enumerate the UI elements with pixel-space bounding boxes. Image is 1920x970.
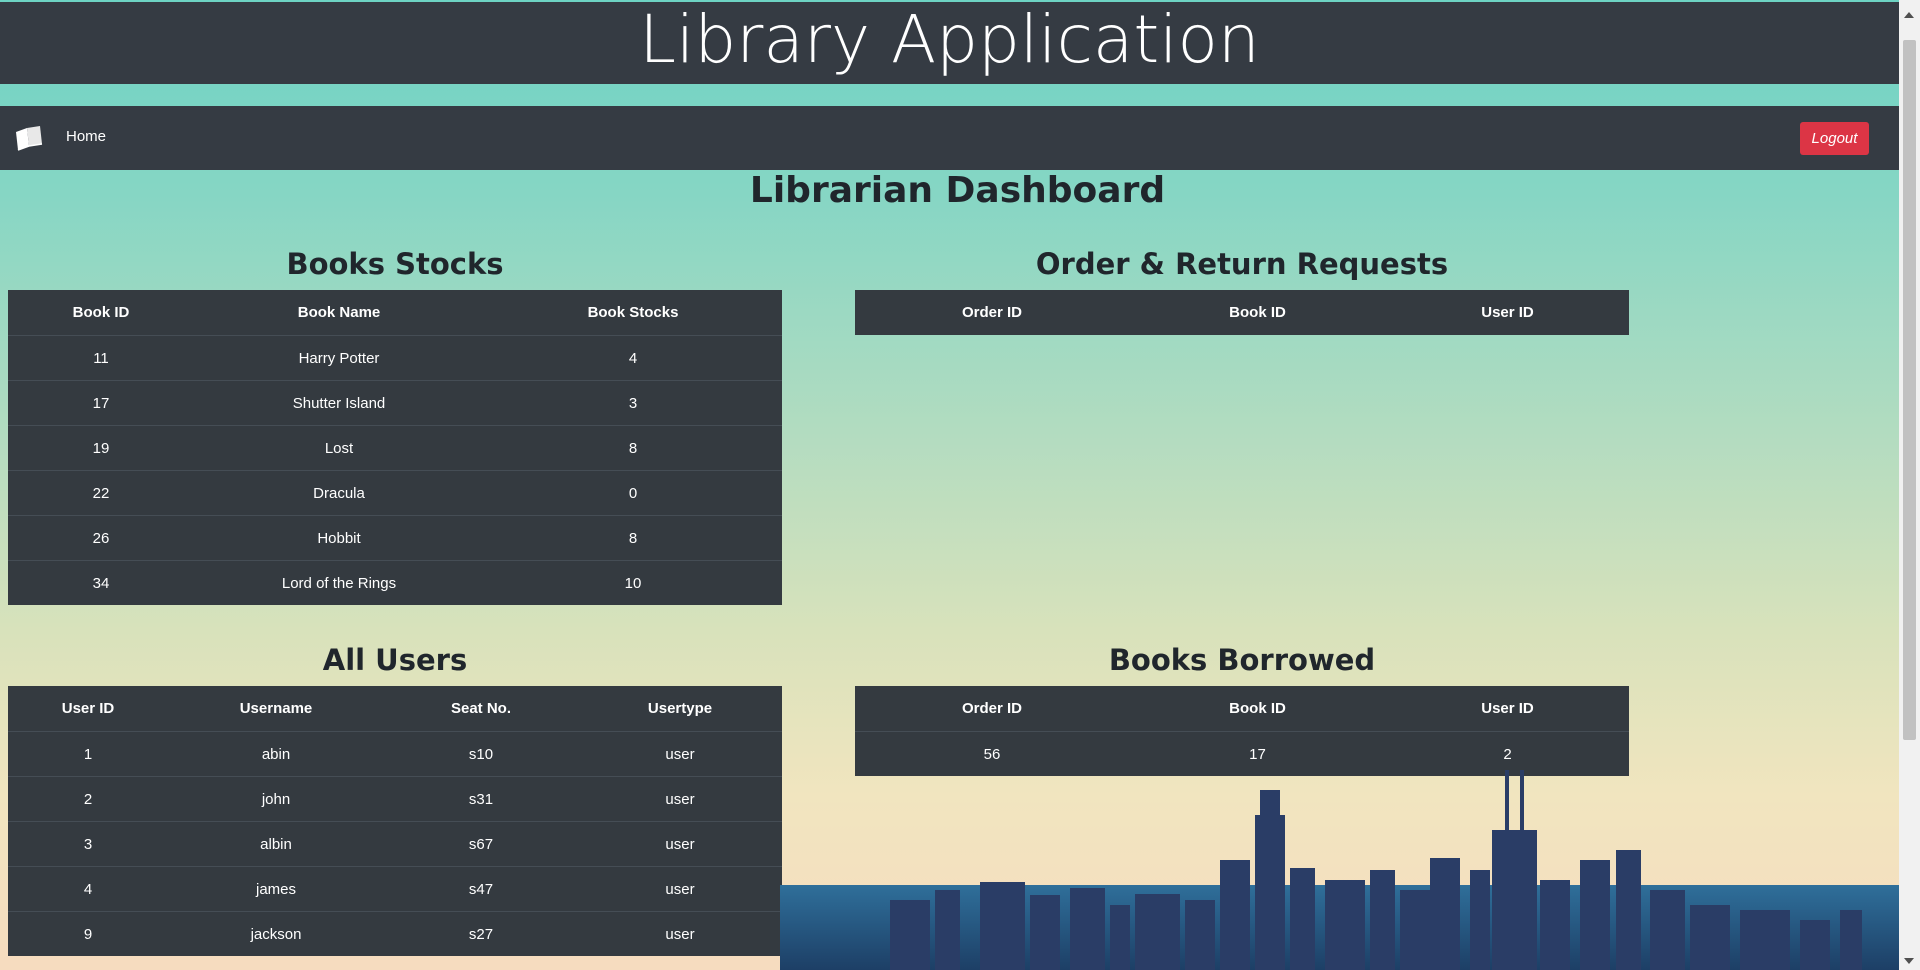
table-cell: albin [168, 821, 384, 867]
table-cell: user [578, 731, 782, 777]
table-row: 1 abin s10 user [8, 731, 782, 777]
column-header: Book ID [1229, 304, 1286, 321]
column-header: Book Name [297, 304, 381, 321]
table-cell: Dracula [194, 470, 484, 516]
table-row: 26 Hobbit 8 [8, 515, 782, 561]
table-cell: 3 [8, 821, 168, 867]
table-cell: 19 [8, 425, 194, 471]
table-header-row: User ID Username Seat No. Usertype [8, 686, 782, 732]
table-cell: s31 [384, 776, 578, 822]
table-cell: Lost [194, 425, 484, 471]
table-row: 17 Shutter Island 3 [8, 380, 782, 426]
books-borrowed-title: Books Borrowed [1108, 643, 1376, 677]
books-borrowed-table: Order ID Book ID User ID 56 17 2 [855, 686, 1629, 776]
column-header: Book ID [1229, 700, 1286, 717]
order-requests-table: Order ID Book ID User ID [855, 290, 1629, 335]
order-requests-title: Order & Return Requests [1035, 247, 1449, 281]
vertical-scrollbar[interactable] [1899, 0, 1920, 970]
table-row: 22 Dracula 0 [8, 470, 782, 516]
table-cell: john [168, 776, 384, 822]
app-header: Library Application [0, 2, 1899, 84]
table-cell: 4 [8, 866, 168, 912]
table-cell: user [578, 776, 782, 822]
scroll-up-icon[interactable] [1904, 12, 1914, 18]
table-cell: james [168, 866, 384, 912]
table-header-row: Order ID Book ID User ID [855, 290, 1629, 335]
table-cell: 22 [8, 470, 194, 516]
table-cell: user [578, 866, 782, 912]
table-cell: 2 [8, 776, 168, 822]
scroll-down-icon[interactable] [1904, 958, 1914, 964]
table-cell: s27 [384, 911, 578, 956]
table-header-row: Book ID Book Name Book Stocks [8, 290, 782, 336]
column-header: User ID [1481, 700, 1534, 717]
table-cell: Harry Potter [194, 335, 484, 381]
column-header: Book Stocks [587, 304, 679, 321]
column-header: Seat No. [450, 700, 511, 717]
table-row: 19 Lost 8 [8, 425, 782, 471]
column-header: Usertype [647, 700, 713, 717]
table-cell: 17 [8, 380, 194, 426]
table-cell: 11 [8, 335, 194, 381]
table-row: 2 john s31 user [8, 776, 782, 822]
table-cell: 34 [8, 560, 194, 605]
table-cell: 1 [8, 731, 168, 777]
all-users-title: All Users [322, 643, 468, 677]
table-row: 9 jackson s27 user [8, 911, 782, 956]
table-cell: 8 [484, 425, 782, 471]
app-title: Library Application [639, 1, 1260, 78]
table-cell: 10 [484, 560, 782, 605]
city-skyline-background [780, 770, 1899, 970]
table-cell: jackson [168, 911, 384, 956]
table-row: 11 Harry Potter 4 [8, 335, 782, 381]
page-title: Librarian Dashboard [749, 170, 1166, 211]
nav-home-link[interactable]: Home [66, 128, 106, 145]
column-header: User ID [61, 700, 115, 717]
all-users-table: User ID Username Seat No. Usertype 1 abin s10… [8, 686, 782, 956]
logout-button[interactable]: Logout [1800, 122, 1869, 155]
table-cell: user [578, 821, 782, 867]
column-header: Username [239, 700, 313, 717]
table-cell: s67 [384, 821, 578, 867]
table-cell: 0 [484, 470, 782, 516]
table-cell: 8 [484, 515, 782, 561]
table-cell: Shutter Island [194, 380, 484, 426]
open-book-icon[interactable] [14, 124, 44, 152]
table-cell: 9 [8, 911, 168, 956]
table-cell: user [578, 911, 782, 956]
table-cell: s10 [384, 731, 578, 777]
table-cell: Lord of the Rings [194, 560, 484, 605]
column-header: Book ID [72, 304, 130, 321]
column-header: Order ID [961, 700, 1022, 717]
table-header-row: Order ID Book ID User ID [855, 686, 1629, 732]
table-cell: 3 [484, 380, 782, 426]
table-cell: 4 [484, 335, 782, 381]
scrollbar-thumb[interactable] [1903, 40, 1916, 740]
table-cell: abin [168, 731, 384, 777]
table-cell: Hobbit [194, 515, 484, 561]
table-cell: s47 [384, 866, 578, 912]
table-row: 4 james s47 user [8, 866, 782, 912]
books-stocks-table: Book ID Book Name Book Stocks 11 Harry Pott… [8, 290, 782, 605]
navbar: Home Logout [0, 106, 1899, 170]
books-stocks-title: Books Stocks [286, 247, 504, 281]
column-header: Order ID [961, 304, 1022, 321]
table-row: 34 Lord of the Rings 10 [8, 560, 782, 605]
table-cell: 26 [8, 515, 194, 561]
table-row: 3 albin s67 user [8, 821, 782, 867]
column-header: User ID [1481, 304, 1534, 321]
